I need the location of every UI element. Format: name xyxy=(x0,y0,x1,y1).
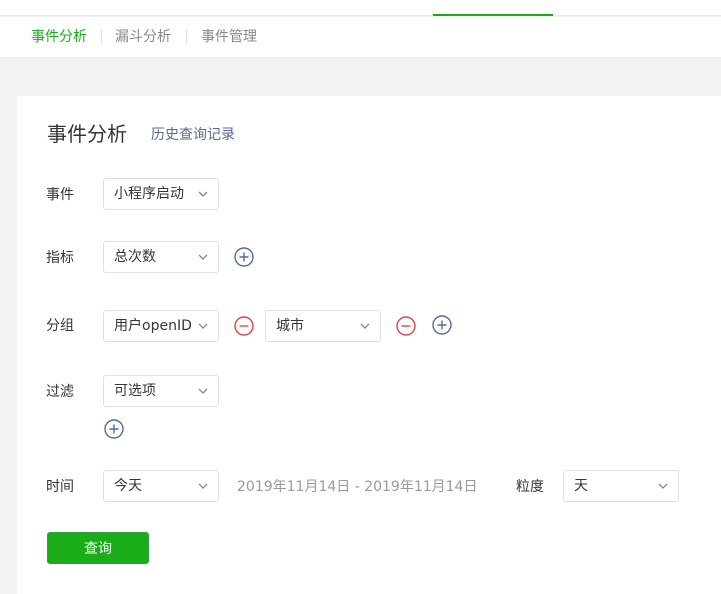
filter-select-value: 可选项 xyxy=(114,383,156,399)
group-select-2[interactable]: 城市 xyxy=(265,310,381,342)
group-select-1[interactable]: 用户openID xyxy=(103,310,219,342)
query-button[interactable]: 查询 xyxy=(47,532,149,564)
remove-group-1-minus-circle-icon[interactable] xyxy=(234,316,254,336)
sub-tab-event-analysis[interactable]: 事件分析 xyxy=(31,28,87,46)
granularity-select-value: 天 xyxy=(574,478,588,494)
history-query-link[interactable]: 历史查询记录 xyxy=(151,126,235,144)
sub-tab-event-management[interactable]: 事件管理 xyxy=(201,28,257,46)
sub-tab-funnel-analysis[interactable]: 漏斗分析 xyxy=(115,28,171,46)
metric-select-value: 总次数 xyxy=(114,249,156,265)
page-title: 事件分析 xyxy=(47,122,127,146)
group-select-2-value: 城市 xyxy=(276,318,304,334)
chevron-down-icon xyxy=(198,483,208,489)
metric-label: 指标 xyxy=(46,250,74,266)
chevron-down-icon xyxy=(198,254,208,260)
filter-label: 过滤 xyxy=(46,384,74,400)
granularity-select[interactable]: 天 xyxy=(563,470,679,502)
group-select-1-value: 用户openID xyxy=(114,318,192,334)
top-tab-bar xyxy=(0,0,721,16)
add-metric-plus-circle-icon[interactable] xyxy=(234,247,254,267)
metric-select[interactable]: 总次数 xyxy=(103,241,219,273)
event-select-value: 小程序启动 xyxy=(114,186,184,202)
chevron-down-icon xyxy=(198,323,208,329)
sub-tab-divider xyxy=(101,30,102,44)
time-select-value: 今天 xyxy=(114,478,142,494)
chevron-down-icon xyxy=(658,483,668,489)
event-select[interactable]: 小程序启动 xyxy=(103,178,219,210)
sub-tab-bar: 事件分析 漏斗分析 事件管理 xyxy=(0,17,721,57)
chevron-down-icon xyxy=(198,388,208,394)
time-select[interactable]: 今天 xyxy=(103,470,219,502)
event-analysis-card: 事件分析 历史查询记录 事件 小程序启动 指标 总次数 分组 用户openID … xyxy=(17,96,721,594)
chevron-down-icon xyxy=(360,323,370,329)
remove-group-2-minus-circle-icon[interactable] xyxy=(396,316,416,336)
add-group-plus-circle-icon[interactable] xyxy=(432,315,452,335)
active-tab-indicator xyxy=(433,14,553,16)
date-range-text: 2019年11月14日 - 2019年11月14日 xyxy=(237,479,478,495)
time-label: 时间 xyxy=(46,479,74,495)
granularity-label: 粒度 xyxy=(516,479,544,495)
event-label: 事件 xyxy=(46,187,74,203)
add-filter-plus-circle-icon[interactable] xyxy=(104,419,124,439)
sub-tab-divider xyxy=(186,30,187,44)
group-label: 分组 xyxy=(46,318,74,334)
filter-select[interactable]: 可选项 xyxy=(103,375,219,407)
chevron-down-icon xyxy=(198,191,208,197)
